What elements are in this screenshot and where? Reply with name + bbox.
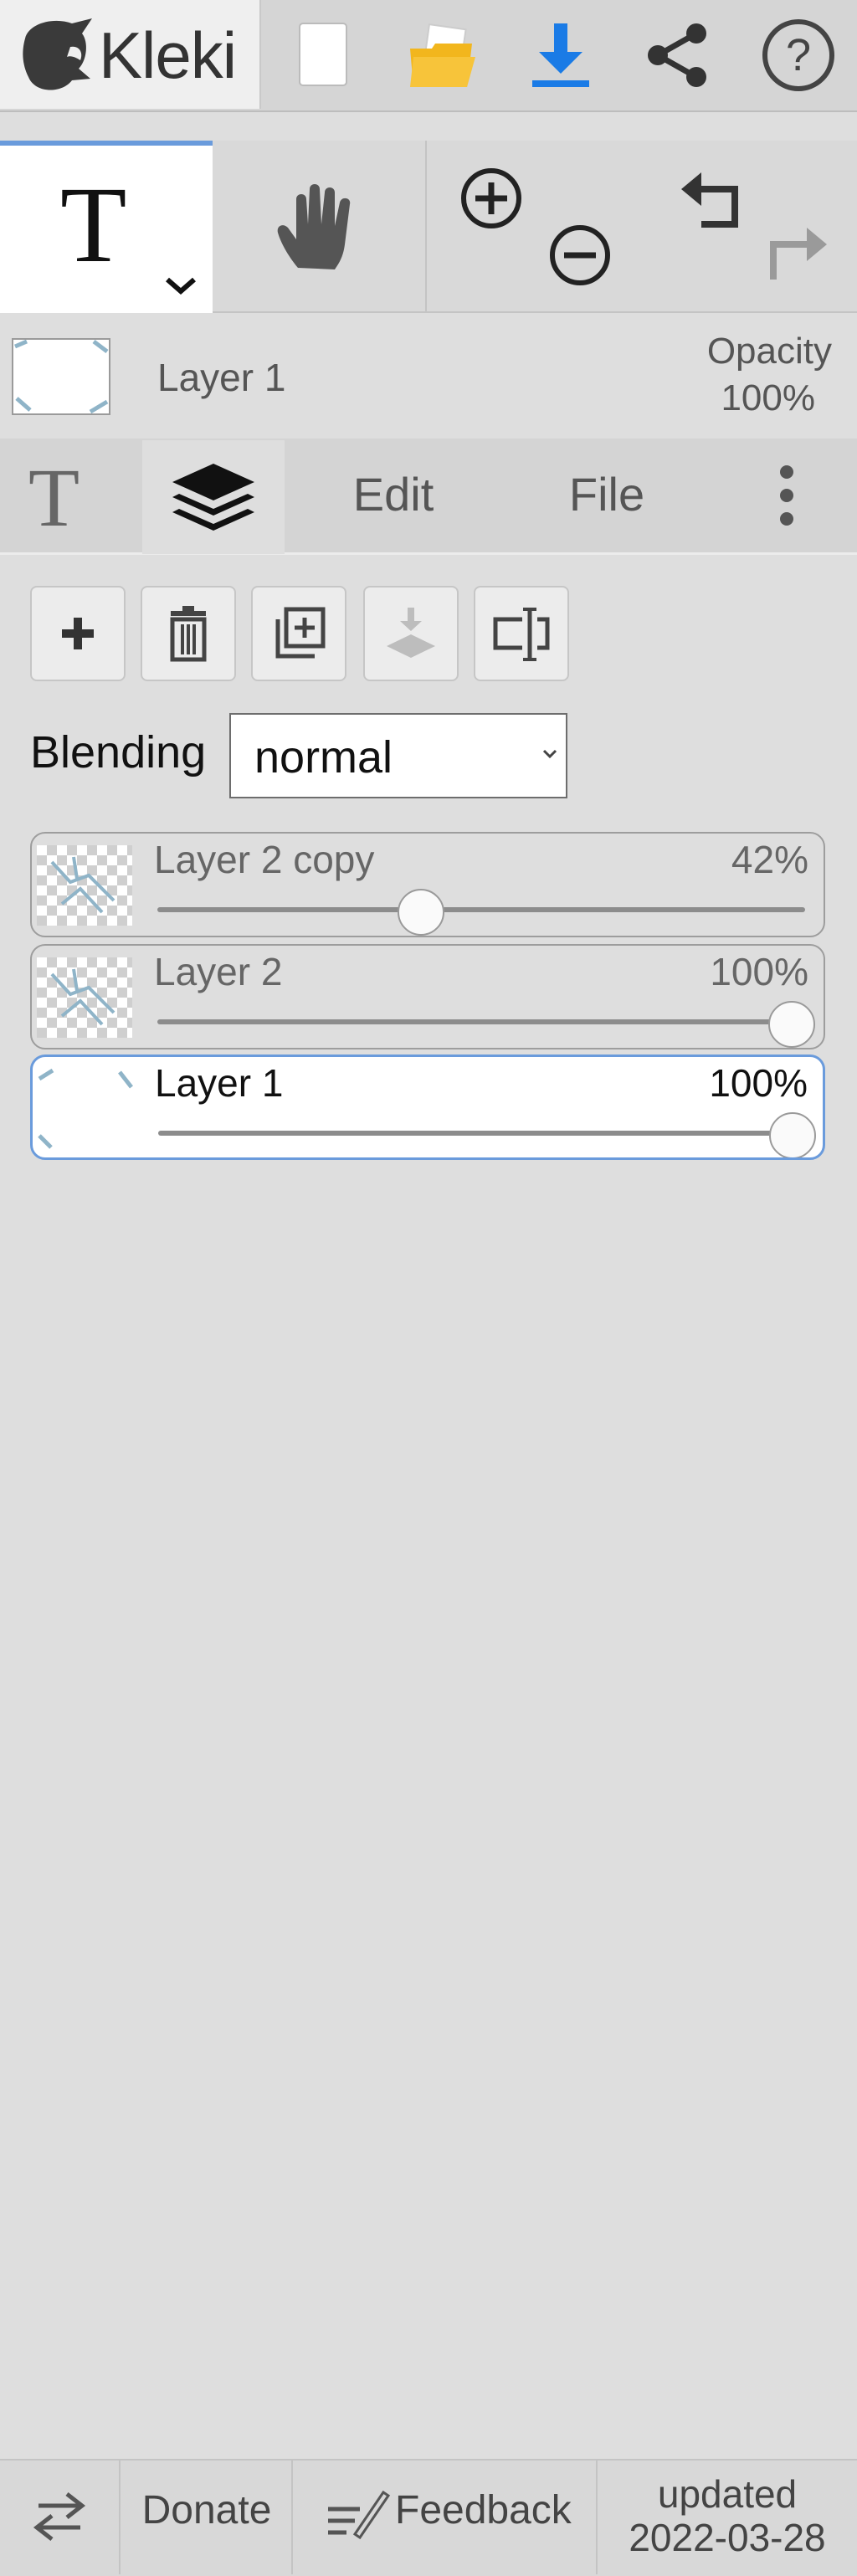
share-icon[interactable] xyxy=(638,15,718,95)
opacity-label: Opacity xyxy=(706,331,832,372)
merge-down-icon xyxy=(387,608,435,658)
logo-text: Kleki xyxy=(99,18,237,92)
layers-icon xyxy=(172,464,254,531)
svg-text:?: ? xyxy=(786,30,811,80)
tab-layers[interactable] xyxy=(142,440,285,554)
duplicate-layer-icon xyxy=(275,607,326,659)
layer-opacity: 100% xyxy=(710,950,808,993)
chevron-down-icon[interactable] xyxy=(162,273,199,298)
updated-label: updated xyxy=(657,2472,798,2516)
zoom-in-icon[interactable] xyxy=(459,166,524,231)
hand-tool-icon xyxy=(277,184,351,269)
donate-button[interactable]: Donate xyxy=(126,2487,288,2533)
opacity-slider-track[interactable] xyxy=(157,907,805,912)
blending-select[interactable]: normal xyxy=(229,713,567,798)
current-layer-thumbnail[interactable] xyxy=(12,338,110,415)
opacity-value: 100% xyxy=(721,377,815,418)
add-layer-button[interactable] xyxy=(30,586,126,681)
swap-sides-icon[interactable] xyxy=(30,2489,89,2544)
layer-name: Layer 2 xyxy=(154,950,283,993)
zoom-out-icon[interactable] xyxy=(547,223,613,288)
text-tool-icon: T xyxy=(60,165,127,285)
redo-icon[interactable] xyxy=(762,219,832,286)
layer-name: Layer 1 xyxy=(155,1061,284,1105)
separator xyxy=(425,141,427,311)
tab-text[interactable]: T xyxy=(28,452,80,544)
layer-thumbnail xyxy=(37,845,132,926)
rename-layer-icon xyxy=(493,608,550,661)
tab-edit[interactable]: Edit xyxy=(318,467,469,521)
opacity-slider-knob[interactable] xyxy=(769,1112,816,1157)
logo-head-icon xyxy=(23,18,93,90)
blending-label: Blending xyxy=(30,727,207,777)
delete-layer-button[interactable] xyxy=(141,586,236,681)
tab-file[interactable]: File xyxy=(536,467,678,521)
duplicate-layer-button[interactable] xyxy=(251,586,346,681)
add-layer-icon xyxy=(62,618,94,649)
layer-opacity: 42% xyxy=(731,838,808,881)
delete-layer-icon xyxy=(170,606,207,662)
chevron-down-icon xyxy=(542,749,557,759)
download-icon[interactable] xyxy=(521,15,601,95)
opacity-slider-track[interactable] xyxy=(157,1019,805,1024)
opacity-slider-track[interactable] xyxy=(158,1131,806,1136)
rename-layer-button[interactable] xyxy=(474,586,569,681)
logo[interactable]: Kleki xyxy=(0,0,261,109)
text-tool-button[interactable]: T xyxy=(0,141,213,313)
current-layer-name: Layer 1 xyxy=(157,356,286,399)
updated-date: 2022-03-28 xyxy=(629,2516,826,2559)
undo-icon[interactable] xyxy=(676,164,747,231)
layer-thumbnail xyxy=(37,957,132,1038)
layer-row[interactable]: Layer 1 100% xyxy=(30,1055,825,1160)
feedback-label: Feedback xyxy=(395,2488,572,2532)
opacity-slider-knob[interactable] xyxy=(398,889,445,936)
separator xyxy=(119,2461,121,2574)
separator xyxy=(596,2461,598,2574)
layer-thumbnail xyxy=(38,1068,133,1149)
help-icon[interactable]: ? xyxy=(758,15,839,95)
layer-row[interactable]: Layer 2 copy 42% xyxy=(30,832,825,937)
more-vertical-icon[interactable] xyxy=(770,459,803,534)
open-folder-icon[interactable] xyxy=(402,15,482,95)
layer-name: Layer 2 copy xyxy=(154,838,375,881)
layer-opacity: 100% xyxy=(709,1061,808,1105)
feedback-icon xyxy=(328,2490,391,2540)
merge-down-button[interactable] xyxy=(363,586,459,681)
layer-row[interactable]: Layer 2 100% xyxy=(30,944,825,1049)
blending-value: normal xyxy=(254,732,393,783)
opacity-slider-knob[interactable] xyxy=(768,1001,815,1048)
new-document-icon[interactable] xyxy=(285,15,365,95)
hand-tool-button[interactable] xyxy=(214,141,423,311)
